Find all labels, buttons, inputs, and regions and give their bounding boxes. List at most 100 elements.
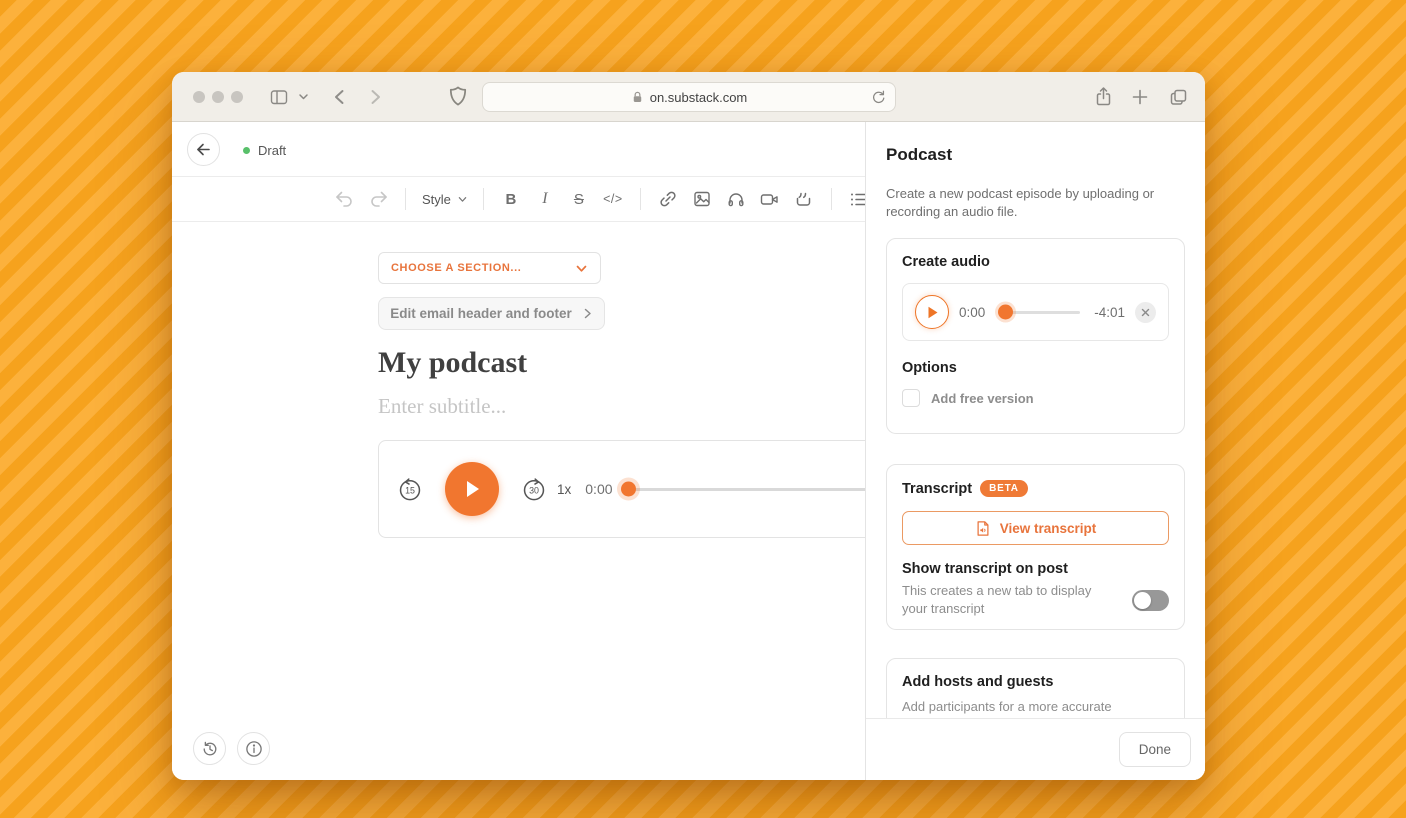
history-icon	[201, 740, 219, 758]
tab-overview-icon[interactable]	[1168, 87, 1188, 107]
add-free-version-label: Add free version	[931, 391, 1034, 406]
section-select[interactable]: CHOOSE A SECTION...	[378, 252, 601, 284]
svg-text:30: 30	[529, 485, 539, 495]
bullet-list-icon[interactable]	[848, 188, 865, 210]
page-content: Draft Style	[172, 122, 1205, 780]
version-history-button[interactable]	[193, 732, 226, 765]
show-transcript-row: This creates a new tab to display your t…	[902, 582, 1169, 619]
create-audio-heading: Create audio	[902, 254, 1169, 270]
sidebar-chevron-down-icon[interactable]	[298, 91, 318, 111]
add-free-version-row: Add free version	[902, 389, 1169, 407]
sidebar-icon[interactable]	[269, 87, 289, 107]
toolbar-divider	[483, 188, 484, 210]
options-heading: Options	[902, 360, 1169, 376]
view-transcript-label: View transcript	[1000, 521, 1097, 536]
code-icon[interactable]: </>	[602, 188, 624, 210]
panel-audio-player: 0:00 -4:01	[902, 283, 1169, 341]
current-time: 0:00	[585, 481, 612, 497]
chevron-down-icon	[458, 195, 467, 204]
add-free-version-checkbox[interactable]	[902, 389, 920, 407]
edit-email-header-label: Edit email header and footer	[390, 306, 572, 321]
podcast-panel: Podcast Create a new podcast episode by …	[865, 122, 1205, 780]
editor-audio-player: 15 30 1x 0:00	[378, 440, 865, 538]
section-select-label: CHOOSE A SECTION...	[391, 262, 521, 274]
panel-title: Podcast	[886, 145, 952, 165]
draft-status: Draft	[243, 143, 286, 158]
show-transcript-toggle[interactable]	[1132, 590, 1169, 611]
draft-status-label: Draft	[258, 143, 286, 158]
panel-play-button[interactable]	[915, 295, 949, 329]
url-text: on.substack.com	[650, 90, 748, 105]
browser-window: on.substack.com	[172, 72, 1205, 780]
playback-speed[interactable]: 1x	[557, 482, 571, 497]
transcript-card: Transcript BETA View transcript Show tra…	[886, 464, 1185, 630]
post-subtitle-placeholder[interactable]: Enter subtitle...	[378, 394, 506, 419]
panel-footer: Done	[866, 718, 1205, 780]
info-icon	[245, 740, 263, 758]
link-icon[interactable]	[657, 188, 679, 210]
window-minimize-button[interactable]	[212, 91, 224, 103]
play-icon	[926, 305, 939, 320]
transcript-heading: Transcript	[902, 481, 972, 497]
strikethrough-icon[interactable]: S	[568, 188, 590, 210]
window-zoom-button[interactable]	[231, 91, 243, 103]
show-transcript-description: This creates a new tab to display your t…	[902, 582, 1114, 619]
style-dropdown[interactable]: Style	[422, 192, 467, 207]
panel-seek-knob[interactable]	[998, 305, 1013, 320]
window-close-button[interactable]	[193, 91, 205, 103]
image-icon[interactable]	[691, 188, 713, 210]
bold-icon[interactable]: B	[500, 188, 522, 210]
formatting-toolbar: Style B I S </>	[172, 177, 865, 222]
post-editor: Draft Style	[172, 122, 865, 780]
video-icon[interactable]	[759, 188, 781, 210]
show-transcript-heading: Show transcript on post	[902, 561, 1169, 577]
done-button[interactable]: Done	[1119, 732, 1191, 767]
back-nav-icon[interactable]	[330, 87, 350, 107]
edit-email-header-button[interactable]: Edit email header and footer	[378, 297, 605, 330]
undo-icon[interactable]	[333, 188, 355, 210]
reload-icon[interactable]	[870, 88, 887, 106]
toolbar-divider	[831, 188, 832, 210]
audio-icon[interactable]	[725, 188, 747, 210]
skip-forward-30-icon[interactable]: 30	[521, 476, 547, 502]
lock-icon	[631, 90, 644, 104]
play-button[interactable]	[445, 462, 499, 516]
transcript-doc-icon	[975, 520, 991, 537]
editor-back-button[interactable]	[187, 133, 220, 166]
hosts-description: Add participants for a more accurate	[902, 699, 1169, 714]
panel-seek-slider[interactable]	[999, 311, 1080, 314]
toggle-knob	[1134, 592, 1151, 609]
chevron-right-icon	[582, 308, 593, 319]
panel-remaining-time: -4:01	[1094, 305, 1125, 320]
forward-nav-icon[interactable]	[365, 87, 385, 107]
remove-audio-button[interactable]	[1135, 302, 1156, 323]
address-bar[interactable]: on.substack.com	[482, 82, 896, 112]
editor-header: Draft	[172, 122, 865, 177]
quote-icon[interactable]	[793, 188, 815, 210]
info-button[interactable]	[237, 732, 270, 765]
create-audio-card: Create audio 0:00 -4:01	[886, 238, 1185, 434]
browser-chrome: on.substack.com	[172, 72, 1205, 122]
toolbar-divider	[640, 188, 641, 210]
privacy-shield-icon[interactable]	[447, 85, 467, 105]
style-dropdown-label: Style	[422, 192, 451, 207]
close-icon	[1141, 308, 1150, 317]
panel-current-time: 0:00	[959, 305, 985, 320]
italic-icon[interactable]: I	[534, 188, 556, 210]
new-tab-icon[interactable]	[1130, 87, 1150, 107]
draft-status-dot	[243, 147, 250, 154]
svg-text:15: 15	[405, 485, 415, 495]
beta-badge: BETA	[980, 480, 1028, 497]
share-icon[interactable]	[1093, 85, 1113, 105]
play-icon	[462, 478, 482, 500]
chevron-down-icon	[575, 262, 588, 275]
redo-icon[interactable]	[367, 188, 389, 210]
panel-description: Create a new podcast episode by uploadin…	[886, 185, 1156, 222]
hosts-heading: Add hosts and guests	[902, 674, 1169, 690]
view-transcript-button[interactable]: View transcript	[902, 511, 1169, 545]
seek-slider-knob[interactable]	[621, 482, 636, 497]
toolbar-divider	[405, 188, 406, 210]
seek-slider[interactable]	[623, 488, 865, 491]
skip-back-15-icon[interactable]: 15	[397, 476, 423, 502]
post-title[interactable]: My podcast	[378, 346, 527, 380]
